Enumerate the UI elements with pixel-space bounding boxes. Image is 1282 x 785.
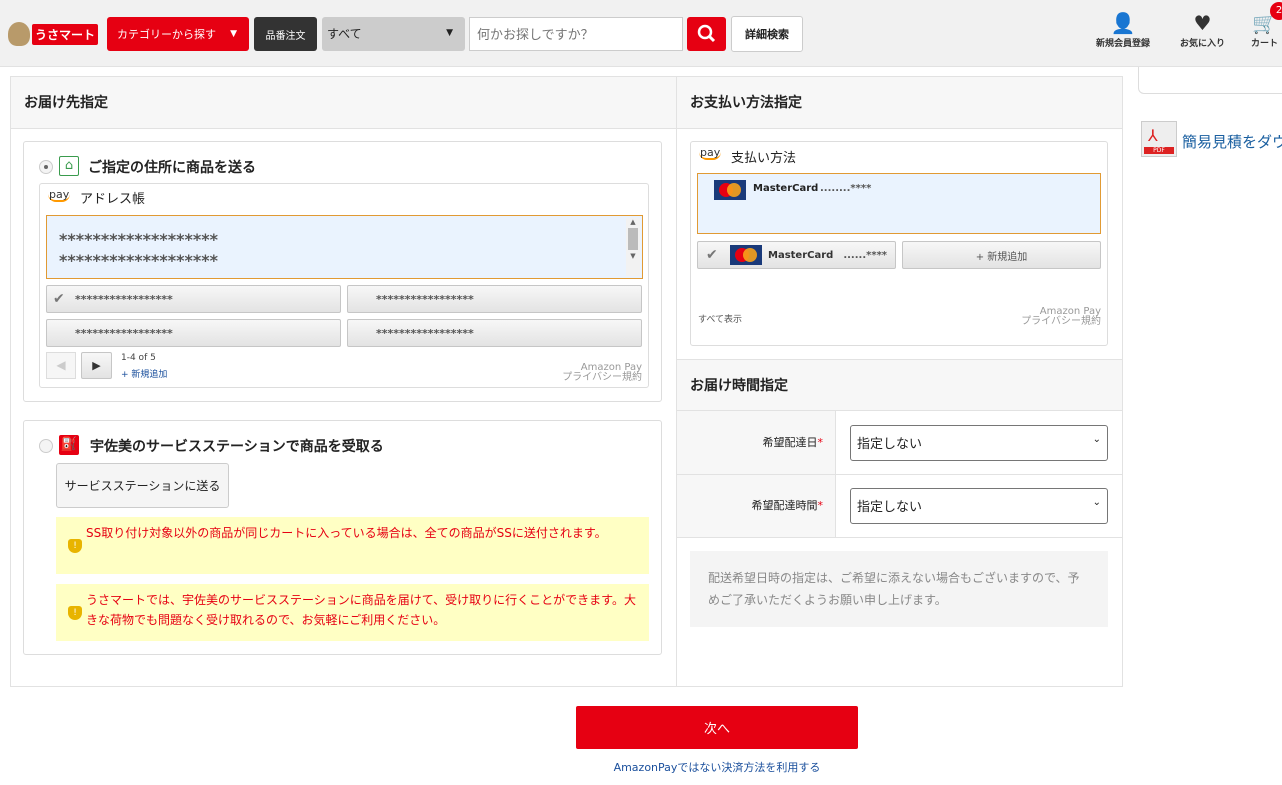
search-scope-select[interactable]: すべて ▼ <box>322 17 465 51</box>
station-radio[interactable] <box>39 439 53 453</box>
register-label: 新規会員登録 <box>1096 39 1151 49</box>
delivery-date-select[interactable]: 指定しない ⌄ <box>850 425 1108 461</box>
address-option-card: ⌂ ご指定の住所に商品を送る pay アドレス帳 ***************… <box>23 141 662 402</box>
check-icon: ✔ <box>706 247 718 263</box>
amazon-pay-logo: pay <box>48 188 71 202</box>
logo-text: うさマート <box>32 23 99 45</box>
heart-icon: ♥ <box>1193 11 1212 35</box>
chevron-down-icon: ⌄ <box>1092 497 1101 508</box>
address-radio[interactable] <box>39 160 53 174</box>
rabbit-icon <box>8 22 30 46</box>
next-button[interactable]: 次へ <box>576 706 858 749</box>
search-icon <box>697 24 716 43</box>
search-input[interactable] <box>469 17 683 51</box>
address-line: ******************* <box>59 230 218 249</box>
time-value: 指定しない <box>857 500 923 515</box>
address-line: ******************* <box>59 251 218 270</box>
pagination-text: 1-4 of 5 <box>121 353 156 363</box>
send-to-station-button[interactable]: サービスステーションに送る <box>56 463 229 508</box>
station-option-card: ⛽ 宇佐美のサービスステーションで商品を受取る サービスステーションに送る ! S… <box>23 420 662 655</box>
notice: ! うさマートでは、宇佐美のサービスステーションに商品を届けて、受け取りに行くこと… <box>56 584 649 641</box>
delivery-time-title: お届け時間指定 <box>677 359 1122 411</box>
address-option[interactable]: ***************** <box>46 319 341 347</box>
address-option[interactable]: ***************** <box>347 285 642 313</box>
payment-widget: pay 支払い方法 MasterCard ........**** ✔ Maste… <box>690 141 1108 346</box>
caret-down-icon: ▼ <box>446 28 453 38</box>
sidebar-box <box>1138 67 1282 94</box>
advanced-search-button[interactable]: 詳細検索 <box>731 16 803 52</box>
notice-text: うさマートでは、宇佐美のサービスステーションに商品を届けて、受け取りに行くことが… <box>86 593 636 627</box>
site-header: うさマート カテゴリーから探す▼ 品番注文 すべて▼ 詳細検索 👤新規会員登録 … <box>0 0 1282 67</box>
address-book-title: アドレス帳 <box>80 192 146 207</box>
scope-value: すべて <box>327 27 362 41</box>
show-all-link[interactable]: すべて表示 <box>698 312 742 325</box>
delivery-time-form: 希望配達日* 指定しない ⌄ 希望配達時間* 指定しない ⌄ <box>677 411 1122 538</box>
category-label: カテゴリーから探す <box>117 28 216 41</box>
address-label: ***************** <box>376 292 474 306</box>
quote-download-link[interactable]: 簡易見積をダウ <box>1182 131 1282 152</box>
fuel-pump-icon: ⛽ <box>59 435 79 455</box>
section-title: お支払い方法指定 <box>677 77 1122 129</box>
delivery-time-select[interactable]: 指定しない ⌄ <box>850 488 1108 524</box>
cart-count-badge: 2 <box>1270 2 1282 20</box>
warning-icon: ! <box>68 605 82 620</box>
next-page-button[interactable]: ▶ <box>81 352 112 379</box>
card-number: ........**** <box>820 183 872 194</box>
search-button[interactable] <box>687 17 726 51</box>
date-label: 希望配達日* <box>762 436 824 449</box>
prev-page-button[interactable]: ◀ <box>46 352 76 379</box>
card-number: ......**** <box>843 249 888 261</box>
card-option[interactable]: ✔ MasterCard ......**** <box>697 241 896 269</box>
time-label: 希望配達時間* <box>751 499 824 512</box>
home-icon: ⌂ <box>59 156 79 176</box>
scrollbar[interactable]: ▲ ▼ <box>626 218 640 276</box>
pdf-icon: ⅄ PDF <box>1141 121 1177 157</box>
selected-card[interactable]: MasterCard ........**** <box>697 173 1101 234</box>
chevron-down-icon: ⌄ <box>1092 434 1101 445</box>
favorites-label: お気に入り <box>1180 39 1226 49</box>
station-option-label: 宇佐美のサービスステーションで商品を受取る <box>90 439 384 455</box>
mastercard-icon <box>730 245 762 265</box>
amazon-pay-privacy[interactable]: Amazon Pay プライバシー規約 <box>1021 307 1101 327</box>
address-book-widget: pay アドレス帳 ******************* **********… <box>39 183 649 388</box>
address-label: ***************** <box>75 292 173 306</box>
register-link[interactable]: 👤 新規会員登録 <box>1096 10 1150 49</box>
selected-address[interactable]: ******************* ******************* … <box>46 215 643 279</box>
warning-icon: ! <box>68 538 82 553</box>
card-brand: MasterCard <box>753 183 819 194</box>
caret-down-icon: ▼ <box>230 29 237 39</box>
site-logo[interactable]: うさマート <box>8 20 102 48</box>
user-icon: 👤 <box>1110 11 1136 35</box>
amazon-pay-logo: pay <box>699 146 722 160</box>
alt-payment-link[interactable]: AmazonPayではない決済方法を利用する <box>576 759 858 775</box>
favorites-link[interactable]: ♥ お気に入り <box>1180 10 1225 49</box>
address-label: ***************** <box>376 326 474 340</box>
cart-label: カート <box>1251 39 1279 49</box>
section-title: お届け先指定 <box>11 77 676 129</box>
add-card-button[interactable]: + 新規追加 <box>902 241 1101 269</box>
notice: ! SS取り付け対象以外の商品が同じカートに入っている場合は、全ての商品がSSに送… <box>56 517 649 574</box>
notice-text: SS取り付け対象以外の商品が同じカートに入っている場合は、全ての商品がSSに送付… <box>86 526 607 540</box>
sku-order-button[interactable]: 品番注文 <box>254 17 317 51</box>
check-icon: ✔ <box>53 291 65 307</box>
add-address-link[interactable]: + 新規追加 <box>121 367 167 380</box>
delivery-time-note: 配送希望日時の指定は、ご希望に添えない場合もございますので、予めご了承いただくよ… <box>690 551 1108 627</box>
date-value: 指定しない <box>857 437 923 452</box>
address-option-label: ご指定の住所に商品を送る <box>88 160 256 176</box>
payment-widget-title: 支払い方法 <box>731 151 797 166</box>
mastercard-icon <box>714 180 746 200</box>
address-label: ***************** <box>75 326 173 340</box>
address-option[interactable]: ✔ ***************** <box>46 285 341 313</box>
card-brand: MasterCard <box>768 249 834 261</box>
address-option[interactable]: ***************** <box>347 319 642 347</box>
category-button[interactable]: カテゴリーから探す ▼ <box>107 17 249 51</box>
amazon-pay-privacy[interactable]: Amazon Pay プライバシー規約 <box>562 363 642 383</box>
